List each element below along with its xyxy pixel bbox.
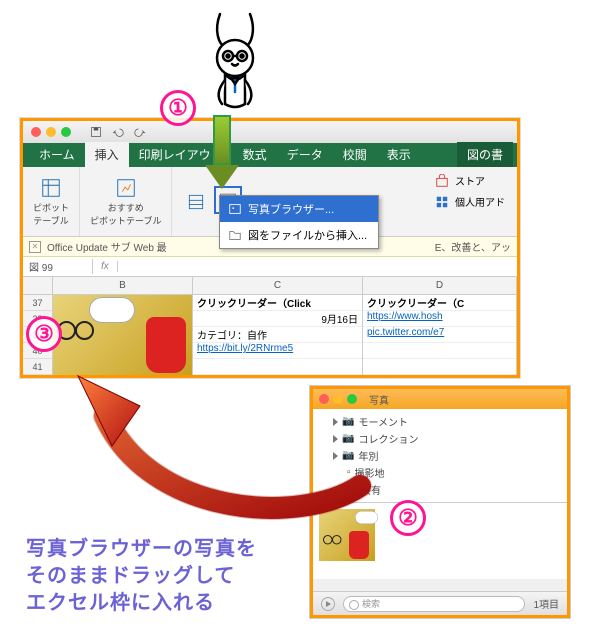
photos-title-label: 写真: [369, 392, 389, 407]
undo-icon[interactable]: [112, 126, 124, 138]
excel-titlebar: [23, 121, 517, 143]
photos-footer: 検索 1項目: [313, 591, 567, 615]
cell[interactable]: 9月16日: [193, 311, 362, 327]
photos-thumbnail-grid: [313, 503, 567, 579]
redo-icon[interactable]: [134, 126, 146, 138]
photos-titlebar: 写真: [313, 389, 567, 409]
row-header[interactable]: 41: [23, 359, 52, 375]
cell[interactable]: [363, 343, 516, 359]
message-close-icon[interactable]: ✕: [29, 241, 41, 253]
col-header-b[interactable]: B: [53, 277, 193, 294]
pivot-table-icon: [40, 177, 62, 199]
grid-body: 37 38 39 40 41 クリックリーダー（Click 9月16日 カテゴリ…: [23, 295, 517, 375]
instruction-caption: 写真ブラウザーの写真を そのままドラッグして エクセル枠に入れる: [26, 536, 257, 617]
tab-view[interactable]: 表示: [377, 142, 421, 167]
tab-insert[interactable]: 挿入: [85, 142, 129, 167]
column-headers: B C D: [23, 277, 517, 295]
cell[interactable]: クリックリーダー（C: [363, 295, 516, 311]
folder-icon: [228, 228, 242, 242]
ribbon-group-pivot[interactable]: ピボット テーブル: [23, 167, 80, 236]
tree-item-years[interactable]: 📷 年別: [313, 447, 567, 464]
tree-item-places[interactable]: ▫ 撮影地: [313, 464, 567, 481]
tree-item-shared[interactable]: ☁ 共有: [313, 481, 567, 498]
slideshow-play-icon[interactable]: [321, 597, 335, 611]
photo-thumbnail[interactable]: [319, 509, 375, 561]
row-header[interactable]: 37: [23, 295, 52, 311]
inserted-picture[interactable]: [53, 295, 192, 375]
caption-line: 写真ブラウザーの写真を: [26, 536, 257, 563]
col-header-c[interactable]: C: [193, 277, 363, 294]
name-box[interactable]: 図 99: [23, 259, 93, 274]
addins-group: ストア 個人用アド: [423, 167, 517, 236]
formula-bar-row: 図 99 fx: [23, 257, 517, 277]
tab-picture-format[interactable]: 図の書: [457, 142, 513, 167]
cell-link[interactable]: https://www.hosh: [367, 311, 443, 322]
step-badge-2: ②: [390, 500, 426, 536]
cell[interactable]: [363, 359, 516, 375]
ribbon-group-recommended-pivot[interactable]: おすすめ ピボットテーブル: [80, 167, 172, 236]
tree-item-collections[interactable]: 📷 コレクション: [313, 430, 567, 447]
tab-home[interactable]: ホーム: [29, 142, 85, 167]
disclosure-triangle-icon: [333, 418, 338, 426]
message-text: Office Update サブ Web 最: [47, 239, 167, 254]
photos-browser-window: 写真 📷 モーメント 📷 コレクション 📷 年別 ▫ 撮影地 ☁ 共有 検索 1…: [310, 386, 570, 618]
store-button[interactable]: ストア: [435, 173, 505, 188]
save-icon[interactable]: [90, 126, 102, 138]
step-badge-1: ①: [160, 90, 196, 126]
tab-data[interactable]: データ: [277, 142, 333, 167]
window-close-dot[interactable]: [319, 394, 329, 404]
dropdown-from-file[interactable]: 図をファイルから挿入...: [220, 222, 378, 248]
addins-label: 個人用アド: [455, 194, 505, 209]
window-zoom-dot[interactable]: [61, 127, 71, 137]
cell[interactable]: クリックリーダー（Click: [193, 295, 362, 311]
addins-icon: [435, 195, 449, 209]
cell[interactable]: pic.twitter.com/e7: [363, 327, 516, 343]
window-minimize-dot[interactable]: [333, 394, 343, 404]
my-addins-button[interactable]: 個人用アド: [435, 194, 505, 209]
col-header-d[interactable]: D: [363, 277, 517, 294]
cell[interactable]: [193, 359, 362, 375]
fx-label[interactable]: fx: [93, 261, 118, 272]
photo-browser-label: 写真ブラウザー...: [248, 201, 334, 217]
cell-link[interactable]: https://bit.ly/2RNrme5: [197, 343, 293, 354]
window-minimize-dot[interactable]: [46, 127, 56, 137]
tab-formulas[interactable]: 数式: [233, 142, 277, 167]
step-badge-3: ③: [26, 316, 62, 352]
caption-line: エクセル枠に入れる: [26, 590, 257, 617]
ribbon-body: ピボット テーブル おすすめ ピボットテーブル ストア 個人用アド: [23, 167, 517, 237]
dropdown-photo-browser[interactable]: 写真ブラウザー...: [220, 196, 378, 222]
cell-link[interactable]: pic.twitter.com/e7: [367, 327, 444, 338]
disclosure-triangle-icon: [333, 435, 338, 443]
store-label: ストア: [455, 173, 485, 188]
quick-access-toolbar: [90, 126, 146, 138]
store-icon: [435, 174, 449, 188]
tab-review[interactable]: 校閲: [333, 142, 377, 167]
table-icon[interactable]: [186, 192, 206, 212]
photo-browser-icon: [228, 202, 242, 216]
from-file-label: 図をファイルから挿入...: [248, 227, 367, 243]
bunny-mascot: [200, 8, 270, 131]
photos-item-count: 1項目: [533, 596, 559, 611]
cell[interactable]: https://bit.ly/2RNrme5: [193, 343, 362, 359]
hero-thumbnail: [53, 295, 192, 375]
recommended-pivot-icon: [115, 177, 137, 199]
pivot-label: ピボット テーブル: [33, 201, 69, 227]
cell[interactable]: カテゴリ：自作: [193, 327, 362, 343]
caption-line: そのままドラッグして: [26, 563, 257, 590]
photos-source-tree: 📷 モーメント 📷 コレクション 📷 年別 ▫ 撮影地 ☁ 共有: [313, 409, 567, 503]
window-close-dot[interactable]: [31, 127, 41, 137]
tree-item-moments[interactable]: 📷 モーメント: [313, 413, 567, 430]
disclosure-triangle-icon: [333, 452, 338, 460]
photos-search-input[interactable]: 検索: [343, 596, 525, 612]
cell[interactable]: https://www.hosh: [363, 311, 516, 327]
ribbon-tabs: ホーム 挿入 印刷レイアウト 数式 データ 校閲 表示 図の書: [23, 143, 517, 167]
pictures-dropdown: 写真ブラウザー... 図をファイルから挿入...: [219, 195, 379, 249]
excel-window: ホーム 挿入 印刷レイアウト 数式 データ 校閲 表示 図の書 ピボット テーブ…: [20, 118, 520, 378]
window-zoom-dot[interactable]: [347, 394, 357, 404]
message-tail: E、改善と、アッ: [435, 239, 511, 254]
recommended-pivot-label: おすすめ ピボットテーブル: [90, 201, 161, 227]
